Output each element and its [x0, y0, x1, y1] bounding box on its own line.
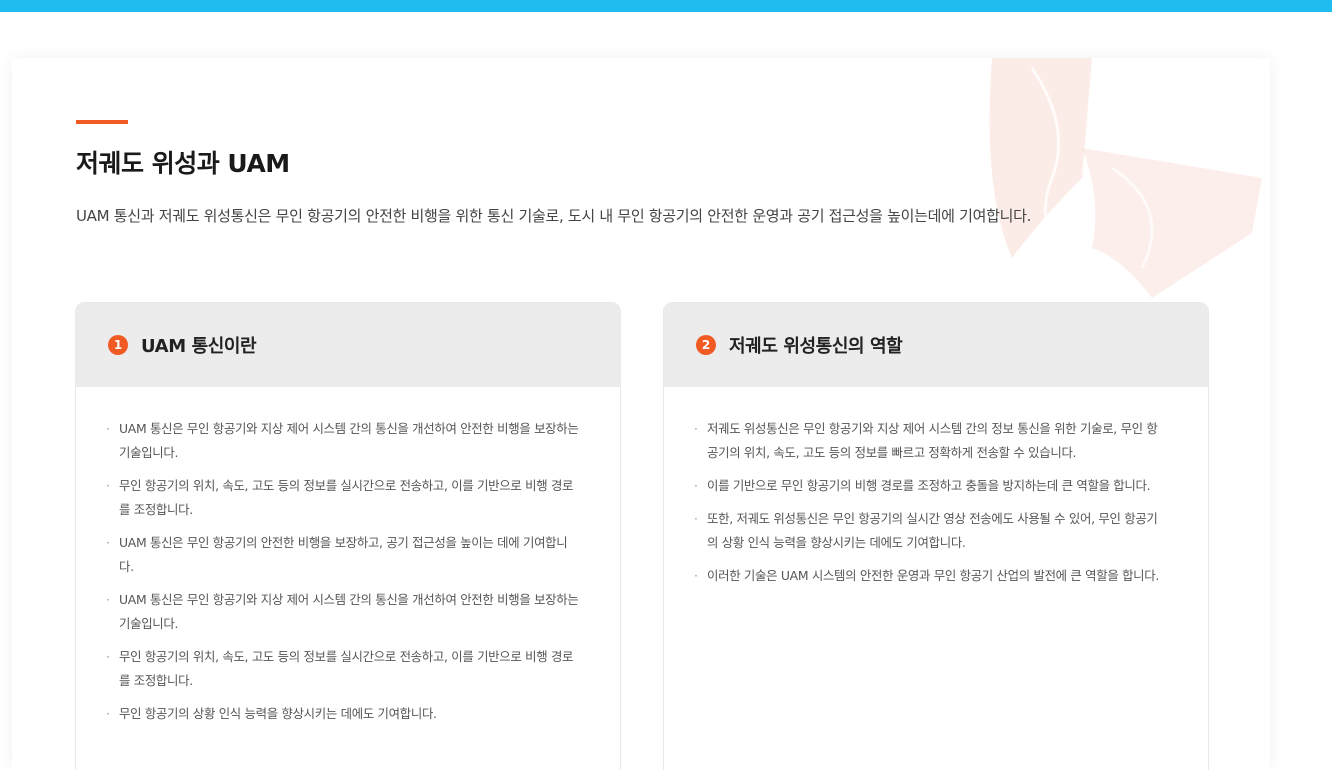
content-panel: 저궤도 위성과 UAM UAM 통신과 저궤도 위성통신은 무인 항공기의 안전… [12, 58, 1270, 770]
list-item: 이를 기반으로 무인 항공기의 비행 경로를 조정하고 충돌을 방지하는데 큰 … [694, 474, 1168, 498]
list-item: 무인 항공기의 위치, 속도, 고도 등의 정보를 실시간으로 전송하고, 이를… [106, 474, 580, 522]
decorative-shape [989, 58, 1262, 298]
card-header: 2 저궤도 위성통신의 역할 [664, 303, 1208, 387]
card-uam-communication: 1 UAM 통신이란 UAM 통신은 무인 항공기와 지상 제어 시스템 간의 … [75, 302, 621, 770]
page-title: 저궤도 위성과 UAM [76, 149, 290, 178]
list-item: 무인 항공기의 위치, 속도, 고도 등의 정보를 실시간으로 전송하고, 이를… [106, 645, 580, 693]
list-item: 이러한 기술은 UAM 시스템의 안전한 운영과 무인 항공기 산업의 발전에 … [694, 564, 1168, 588]
list-item: 또한, 저궤도 위성통신은 무인 항공기의 실시간 영상 전송에도 사용될 수 … [694, 507, 1168, 555]
list-item: 무인 항공기의 상황 인식 능력을 향상시키는 데에도 기여합니다. [106, 702, 580, 726]
title-accent-line [76, 120, 128, 124]
number-badge: 1 [108, 335, 128, 355]
top-accent-bar [0, 0, 1332, 12]
bullet-list: 저궤도 위성통신은 무인 항공기와 지상 제어 시스템 간의 정보 통신을 위한… [664, 387, 1208, 588]
number-badge: 2 [696, 335, 716, 355]
card-title: 저궤도 위성통신의 역할 [729, 336, 903, 357]
card-title: UAM 통신이란 [141, 336, 257, 357]
list-item: 저궤도 위성통신은 무인 항공기와 지상 제어 시스템 간의 정보 통신을 위한… [694, 417, 1168, 465]
list-item: UAM 통신은 무인 항공기와 지상 제어 시스템 간의 통신을 개선하여 안전… [106, 417, 580, 465]
card-header: 1 UAM 통신이란 [76, 303, 620, 387]
list-item: UAM 통신은 무인 항공기와 지상 제어 시스템 간의 통신을 개선하여 안전… [106, 588, 580, 636]
card-leo-satellite-role: 2 저궤도 위성통신의 역할 저궤도 위성통신은 무인 항공기와 지상 제어 시… [663, 302, 1209, 770]
page-description: UAM 통신과 저궤도 위성통신은 무인 항공기의 안전한 비행을 위한 통신 … [76, 207, 1032, 225]
bullet-list: UAM 통신은 무인 항공기와 지상 제어 시스템 간의 통신을 개선하여 안전… [76, 387, 620, 726]
list-item: UAM 통신은 무인 항공기의 안전한 비행을 보장하고, 공기 접근성을 높이… [106, 531, 580, 579]
